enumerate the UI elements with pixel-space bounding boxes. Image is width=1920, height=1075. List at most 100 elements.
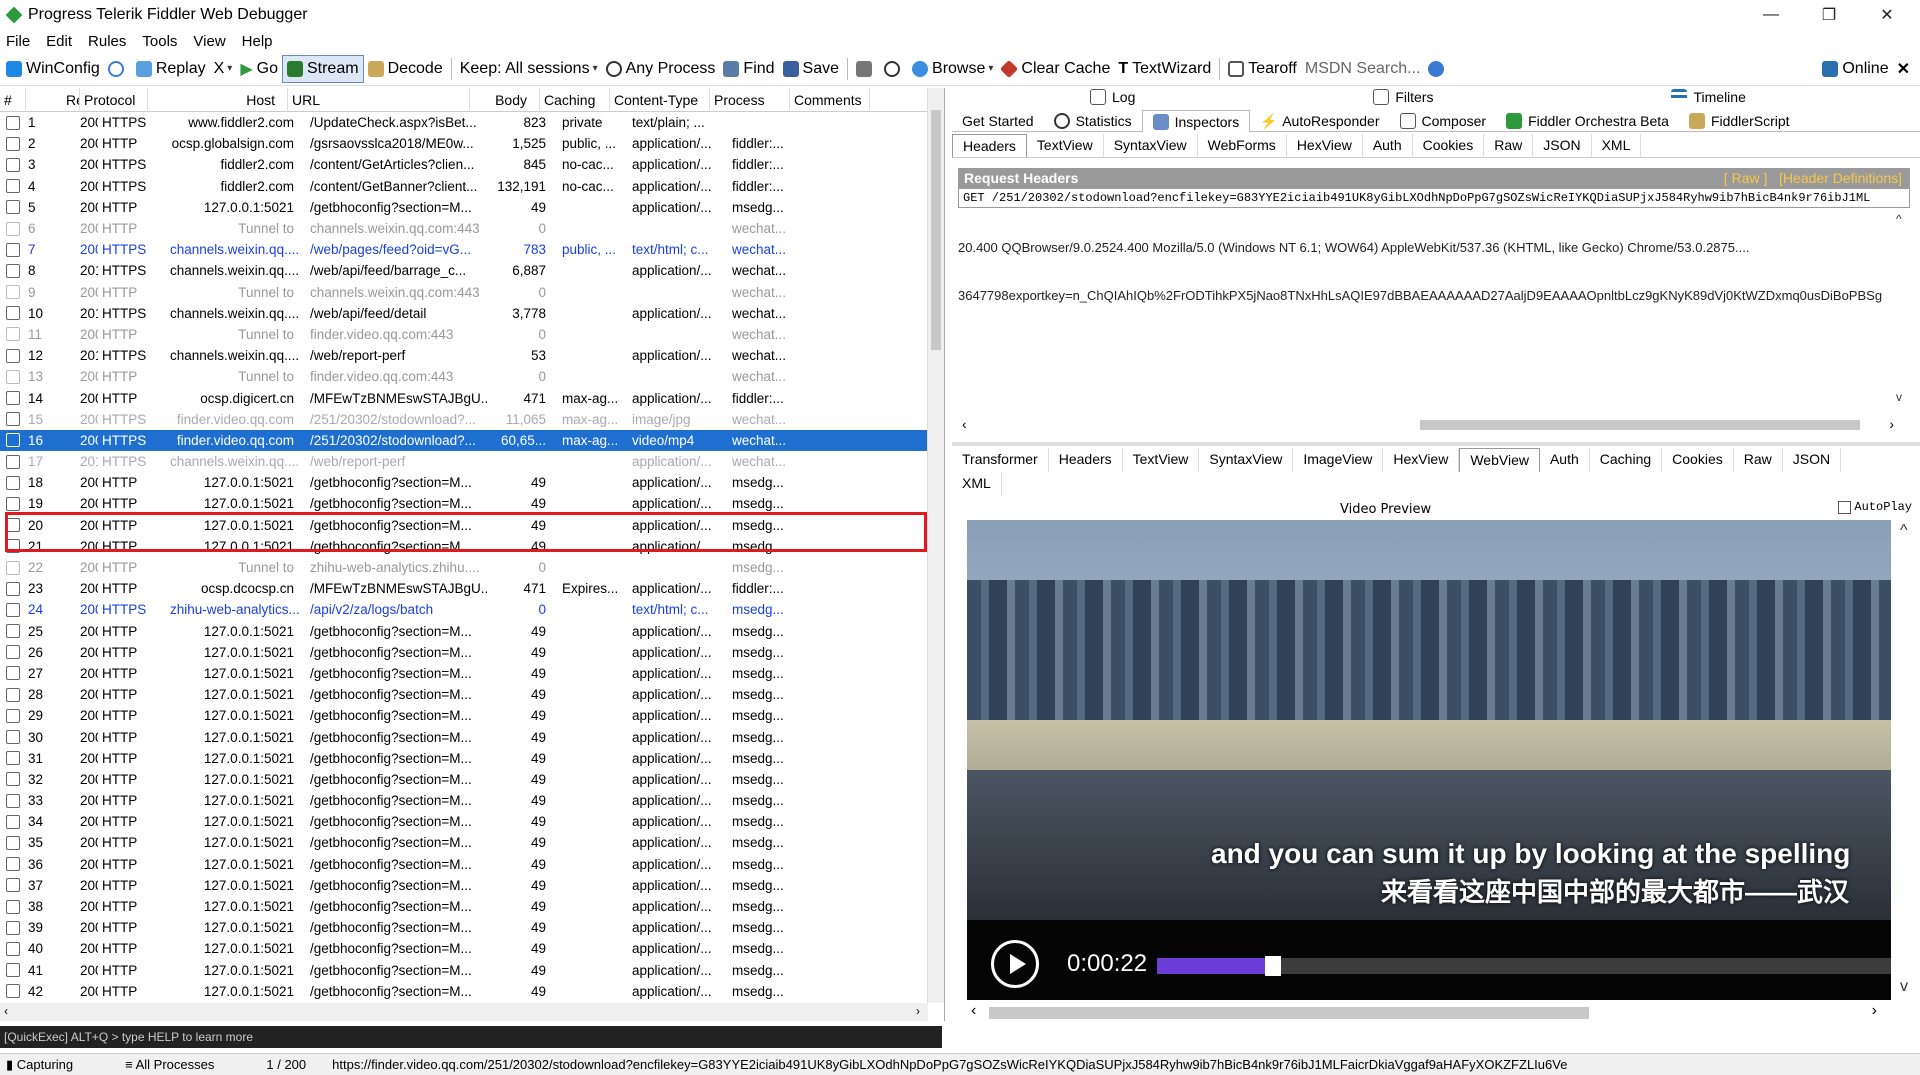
table-row[interactable]: 10 201HTTPS channels.weixin.qq.... /web/api… [0, 303, 928, 324]
tab-response-cookies[interactable]: Cookies [1662, 448, 1734, 472]
stream-button[interactable]: Stream [281, 54, 364, 83]
tab-request-textview[interactable]: TextView [1027, 134, 1104, 157]
table-row[interactable]: 22 200HTTP Tunnel to zhihu-web-analytics.zh… [0, 557, 928, 578]
tab-request-headers[interactable]: Headers [952, 134, 1027, 157]
col-number[interactable]: # [0, 87, 26, 112]
tab-response-auth[interactable]: Auth [1540, 448, 1590, 472]
scrollbar-thumb[interactable] [1420, 420, 1860, 430]
menu-view[interactable]: View [193, 33, 225, 50]
video-horizontal-scrollbar[interactable]: ‹ › [967, 1002, 1907, 1022]
tab-request-cookies[interactable]: Cookies [1413, 134, 1485, 157]
table-row[interactable]: 15 200HTTPS finder.video.qq.com/251/20302/… [0, 409, 928, 430]
tab-fiddler-orchestra[interactable]: Fiddler Orchestra Beta [1496, 110, 1679, 132]
scroll-right-icon[interactable]: › [1889, 416, 1894, 432]
table-row[interactable]: 16 200HTTPS finder.video.qq.com/251/20302/… [0, 429, 928, 451]
table-row[interactable]: 26 200HTTP 127.0.0.1:5021/getbhoconfig?sec… [0, 642, 928, 663]
decode-button[interactable]: Decode [364, 55, 447, 83]
capturing-indicator[interactable]: ▮ Capturing [6, 1057, 99, 1073]
online-indicator[interactable]: Online [1818, 55, 1892, 83]
tab-composer[interactable]: Composer [1390, 110, 1497, 132]
textwizard-button[interactable]: T TextWizard [1114, 55, 1215, 83]
col-protocol[interactable]: Protocol [80, 87, 148, 112]
table-row[interactable]: 17 201HTTPS channels.weixin.qq.... /web/rep… [0, 451, 928, 472]
tab-response-json[interactable]: JSON [1783, 448, 1842, 472]
col-content-type[interactable]: Content-Type [610, 87, 710, 112]
tab-request-syntaxview[interactable]: SyntaxView [1104, 134, 1198, 157]
tab-log[interactable]: Log [1080, 86, 1145, 108]
msdn-search-input[interactable]: MSDN Search... [1301, 55, 1425, 83]
comment-button[interactable] [104, 55, 132, 83]
table-row[interactable]: 28 200HTTP 127.0.0.1:5021/getbhoconfig?sec… [0, 684, 928, 705]
tab-timeline[interactable]: Timeline [1661, 86, 1755, 108]
tab-autoresponder[interactable]: ⚡ AutoResponder [1250, 110, 1389, 132]
col-body[interactable]: Body [470, 87, 540, 112]
table-row[interactable]: 39 200HTTP 127.0.0.1:5021/getbhoconfig?sec… [0, 917, 928, 938]
table-row[interactable]: 11 200HTTP Tunnel to finder.video.qq.com:44… [0, 324, 928, 345]
tab-inspectors[interactable]: Inspectors [1141, 110, 1251, 132]
table-row[interactable]: 12 201HTTPS channels.weixin.qq.... /web/rep… [0, 345, 928, 366]
menu-rules[interactable]: Rules [88, 33, 126, 50]
tab-response-hexview[interactable]: HexView [1383, 448, 1460, 472]
scrollbar-thumb[interactable] [931, 110, 941, 350]
table-row[interactable]: 25 200HTTP 127.0.0.1:5021/getbhoconfig?sec… [0, 621, 928, 642]
table-row[interactable]: 9 200HTTP Tunnel to channels.weixin.qq.com:… [0, 282, 928, 303]
table-row[interactable]: 31 200HTTP 127.0.0.1:5021/getbhoconfig?sec… [0, 748, 928, 769]
quickexec-input[interactable]: [QuickExec] ALT+Q > type HELP to learn m… [0, 1026, 942, 1048]
scroll-down-icon[interactable]: v [1896, 390, 1902, 404]
tab-request-raw[interactable]: Raw [1484, 134, 1534, 157]
timer-button[interactable] [880, 55, 908, 83]
tab-response-headers[interactable]: Headers [1049, 448, 1123, 472]
table-row[interactable]: 5 200HTTP 127.0.0.1:5021/getbhoconfig?sect… [0, 197, 928, 218]
table-row[interactable]: 4 200HTTPS fiddler2.com/content/GetBanner?… [0, 176, 928, 197]
table-row[interactable]: 42 200HTTP 127.0.0.1:5021/getbhoconfig?sec… [0, 981, 928, 1002]
video-vertical-scrollbar[interactable]: ^ v [1896, 520, 1918, 1000]
table-row[interactable]: 27 200HTTP 127.0.0.1:5021/getbhoconfig?sec… [0, 663, 928, 684]
menu-file[interactable]: File [6, 33, 30, 50]
table-row[interactable]: 36 200HTTP 127.0.0.1:5021/getbhoconfig?sec… [0, 854, 928, 875]
tab-response-textview[interactable]: TextView [1123, 448, 1200, 472]
splitter[interactable] [952, 442, 1920, 446]
scroll-left-icon[interactable]: ‹ [971, 1002, 976, 1020]
close-toolbar-button[interactable]: ✕ [1893, 55, 1914, 83]
video-progress-bar[interactable] [1157, 956, 1891, 976]
tab-response-syntaxview[interactable]: SyntaxView [1199, 448, 1294, 472]
progress-handle[interactable] [1265, 956, 1282, 976]
col-caching[interactable]: Caching [540, 87, 610, 112]
scroll-right-icon[interactable]: › [1872, 1002, 1877, 1020]
tab-response-caching[interactable]: Caching [1590, 448, 1663, 472]
table-row[interactable]: 1 200HTTPS www.fiddler2.com/UpdateCheck.as… [0, 112, 928, 133]
tab-request-json[interactable]: JSON [1533, 134, 1592, 157]
tab-response-webview[interactable]: WebView [1459, 448, 1540, 472]
table-row[interactable]: 41 200HTTP 127.0.0.1:5021/getbhoconfig?sec… [0, 960, 928, 981]
remove-button[interactable]: X ▾ [210, 55, 237, 83]
minimize-button[interactable]: — [1742, 0, 1800, 30]
table-row[interactable]: 32 200HTTP 127.0.0.1:5021/getbhoconfig?sec… [0, 769, 928, 790]
table-row[interactable]: 33 200HTTP 127.0.0.1:5021/getbhoconfig?sec… [0, 790, 928, 811]
table-row[interactable]: 3 200HTTPS fiddler2.com/content/GetArticle… [0, 154, 928, 175]
request-horizontal-scrollbar[interactable]: ‹ › [958, 416, 1910, 434]
tab-statistics[interactable]: Statistics [1044, 110, 1142, 132]
close-button[interactable]: ✕ [1858, 0, 1916, 30]
keep-sessions-dropdown[interactable]: Keep: All sessions ▾ [456, 55, 602, 83]
clear-cache-button[interactable]: Clear Cache [997, 55, 1114, 83]
tab-request-xml[interactable]: XML [1592, 134, 1642, 157]
table-row[interactable]: 14 200HTTP ocsp.digicert.cn/MFEwTzBNMEswST… [0, 387, 928, 408]
col-result[interactable]: Result [26, 87, 80, 112]
col-url[interactable]: URL [288, 87, 470, 112]
table-row[interactable]: 35 200HTTP 127.0.0.1:5021/getbhoconfig?sec… [0, 832, 928, 853]
restore-button[interactable]: ❐ [1800, 0, 1858, 30]
scroll-left-icon[interactable]: ‹ [962, 416, 967, 432]
tab-response-raw[interactable]: Raw [1734, 448, 1783, 472]
help-button[interactable] [1424, 55, 1452, 83]
table-row[interactable]: 40 200HTTP 127.0.0.1:5021/getbhoconfig?sec… [0, 938, 928, 959]
tab-fiddlerscript[interactable]: FiddlerScript [1679, 110, 1800, 132]
tab-response-xml[interactable]: XML [952, 472, 1002, 496]
menu-edit[interactable]: Edit [46, 33, 72, 50]
scroll-down-icon[interactable]: v [1900, 978, 1908, 996]
winconfig-button[interactable]: WinConfig [2, 55, 104, 83]
table-row[interactable]: 13 200HTTP Tunnel to finder.video.qq.com:44… [0, 366, 928, 387]
tab-response-transformer[interactable]: Transformer [952, 448, 1049, 472]
col-comments[interactable]: Comments [790, 87, 870, 112]
tab-filters[interactable]: Filters [1363, 86, 1443, 108]
table-row[interactable]: 24 200HTTPS zhihu-web-analytics... /api/v2/… [0, 599, 928, 620]
